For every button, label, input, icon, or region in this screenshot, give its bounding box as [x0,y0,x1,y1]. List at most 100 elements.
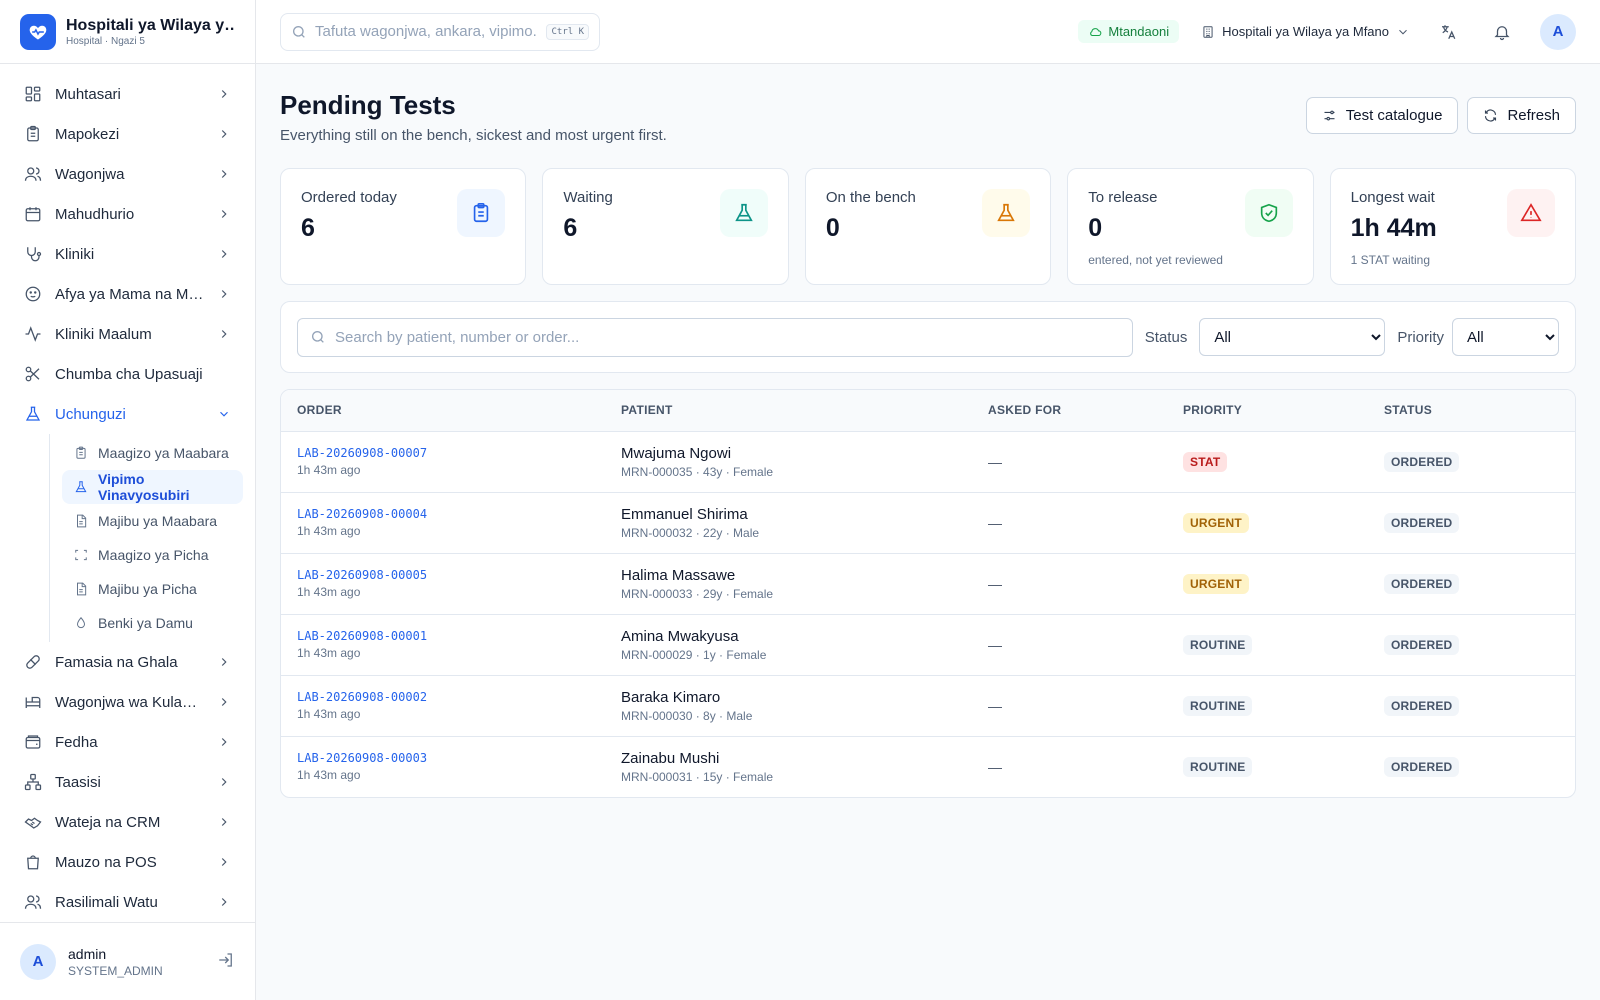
status-filter-label: Status [1144,328,1188,346]
asked-for-value: — [988,575,1002,592]
uchunguzi-submenu: Maagizo ya Maabara Vipimo Vinavyosubiri … [49,434,243,642]
test-catalogue-button[interactable]: Test catalogue [1305,97,1459,134]
table-row[interactable]: LAB-20260908-00004 1h 43m ago Emmanuel Shi… [281,492,1575,554]
order-number-link[interactable]: LAB-20260908-00003 [297,751,589,765]
priority-filter-label: Priority [1397,328,1444,346]
order-number-link[interactable]: LAB-20260908-00004 [297,507,589,521]
order-number-link[interactable]: LAB-20260908-00001 [297,629,589,643]
sidebar-subitem-vipimo-vinavyosubiri[interactable]: Vipimo Vinavyosubiri [62,470,243,504]
chevron-right-icon [221,250,227,258]
column-header-status[interactable]: STATUS [1368,390,1575,432]
column-header-patient[interactable]: PATIENT [605,390,972,432]
status-badge: ORDERED [1384,512,1460,533]
language-button[interactable] [1432,16,1464,48]
asked-for-value: — [988,697,1002,714]
chevron-right-icon [221,170,227,178]
order-age: 1h 43m ago [297,707,361,721]
refresh-icon [1485,109,1497,122]
sidebar-subitem-majibu-ya-maabara[interactable]: Majibu ya Maabara [62,504,243,538]
sidebar-item-wagonjwa[interactable]: Wagonjwa [12,154,243,194]
column-header-order[interactable]: ORDER [281,390,605,432]
sidebar-item-wateja-na-crm[interactable]: Wateja na CRM [12,802,243,842]
sidebar-item-kliniki-maalum[interactable]: Kliniki Maalum [12,314,243,354]
sidebar-item-famasia[interactable]: Famasia na Ghala [12,642,243,682]
sidebar-item-mapokezi[interactable]: Mapokezi [12,114,243,154]
stat-value: 6 [563,214,578,242]
sidebar-item-afya-ya-mama[interactable]: Afya ya Mama na Mtoto [12,274,243,314]
sidebar-item-kliniki[interactable]: Kliniki [12,234,243,274]
stat-label: Ordered today [301,189,397,206]
scan-icon [75,549,87,561]
stat-value: 1h 44m [1350,214,1437,242]
sidebar-item-wagonjwa-wa-kulazwa[interactable]: Wagonjwa wa Kulazwa [12,682,243,722]
chevron-right-icon [221,90,227,98]
sidebar-item-mahudhurio[interactable]: Mahudhurio [12,194,243,234]
sidebar-item-label: Wagonjwa [55,165,125,183]
translate-icon [1442,24,1456,39]
asked-for-value: — [988,636,1002,653]
chevron-down-icon [1399,29,1407,34]
sidebar-item-taasisi[interactable]: Taasisi [12,762,243,802]
order-age: 1h 43m ago [297,524,361,538]
chevron-right-icon [221,130,227,138]
filter-bar: Status All Priority All [280,301,1576,373]
sidebar-subitem-maagizo-ya-maabara[interactable]: Maagizo ya Maabara [62,436,243,470]
stat-note: 1 STAT waiting [1350,253,1430,267]
table-row[interactable]: LAB-20260908-00002 1h 43m ago Baraka Kimar… [281,675,1575,737]
status-filter-select[interactable]: All [1199,318,1386,356]
priority-filter-select[interactable]: All [1452,318,1559,356]
table-row[interactable]: LAB-20260908-00003 1h 43m ago Zainabu Mush… [281,736,1575,797]
calendar-icon [25,207,41,222]
table-row[interactable]: LAB-20260908-00007 1h 43m ago Mwajuma Ngow… [281,431,1575,493]
table-row[interactable]: LAB-20260908-00001 1h 43m ago Amina Mwakyu… [281,614,1575,676]
search-icon [293,25,305,38]
sidebar-item-rasilimali-watu[interactable]: Rasilimali Watu [12,882,243,922]
stat-label: Waiting [563,189,613,206]
brand[interactable]: Hospitali ya Wilaya ya Mfano Hospital · … [0,0,255,64]
chevron-right-icon [221,818,227,826]
facility-selector[interactable]: Hospitali ya Wilaya ya Mfano [1201,24,1410,39]
filter-search-input[interactable] [335,328,1120,346]
sidebar-item-muhtasari[interactable]: Muhtasari [12,74,243,114]
search-icon [312,331,324,343]
priority-badge: ROUTINE [1183,695,1253,716]
stat-card-longest-wait: Longest wait 1h 44m 1 STAT waiting [1329,168,1577,285]
order-number-link[interactable]: LAB-20260908-00005 [297,568,589,582]
sidebar-item-uchunguzi[interactable]: Uchunguzi [12,394,243,434]
user-profile: A admin SYSTEM_ADMIN [0,922,255,1000]
sidebar-item-label: Kliniki Maalum [55,325,152,343]
sidebar-subitem-maagizo-ya-picha[interactable]: Maagizo ya Picha [62,538,243,572]
patient-meta: MRN-000029 · 1y · Female [621,647,767,662]
online-status-badge: Mtandaoni [1078,20,1180,43]
avatar[interactable]: A [20,943,56,980]
chevron-down-icon [220,411,228,417]
column-header-priority[interactable]: PRIORITY [1167,390,1368,432]
sidebar-item-fedha[interactable]: Fedha [12,722,243,762]
notifications-button[interactable] [1486,16,1518,48]
sidebar-subitem-majibu-ya-picha[interactable]: Majibu ya Picha [62,572,243,606]
sidebar-item-mauzo-na-pos[interactable]: Mauzo na POS [12,842,243,882]
alert-triangle-icon [1507,189,1556,237]
user-avatar[interactable]: A [1540,13,1576,50]
status-badge: ORDERED [1384,573,1460,594]
sidebar-subitem-benki-ya-damu[interactable]: Benki ya Damu [62,606,243,640]
sidebar-item-chumba-cha-upasuaji[interactable]: Chumba cha Upasuaji [12,354,243,394]
stat-label: To release [1088,189,1158,206]
order-number-link[interactable]: LAB-20260908-00007 [297,446,589,460]
logout-icon[interactable] [217,951,235,972]
refresh-button[interactable]: Refresh [1467,97,1576,134]
priority-badge: URGENT [1183,512,1249,533]
stethoscope-icon [27,247,42,262]
refresh-label: Refresh [1507,107,1560,124]
stat-value: 6 [301,214,315,242]
filter-search [297,317,1133,357]
global-search-input[interactable] [315,23,539,40]
page-subtitle: Everything still on the bench, sickest a… [280,127,667,144]
building-icon [1203,25,1213,38]
file-icon [77,582,87,596]
order-number-link[interactable]: LAB-20260908-00002 [297,690,589,704]
column-header-asked-for[interactable]: ASKED FOR [972,390,1167,432]
table-row[interactable]: LAB-20260908-00005 1h 43m ago Halima Massa… [281,553,1575,615]
chevron-right-icon [221,738,227,746]
global-search: Ctrl K [280,12,600,51]
